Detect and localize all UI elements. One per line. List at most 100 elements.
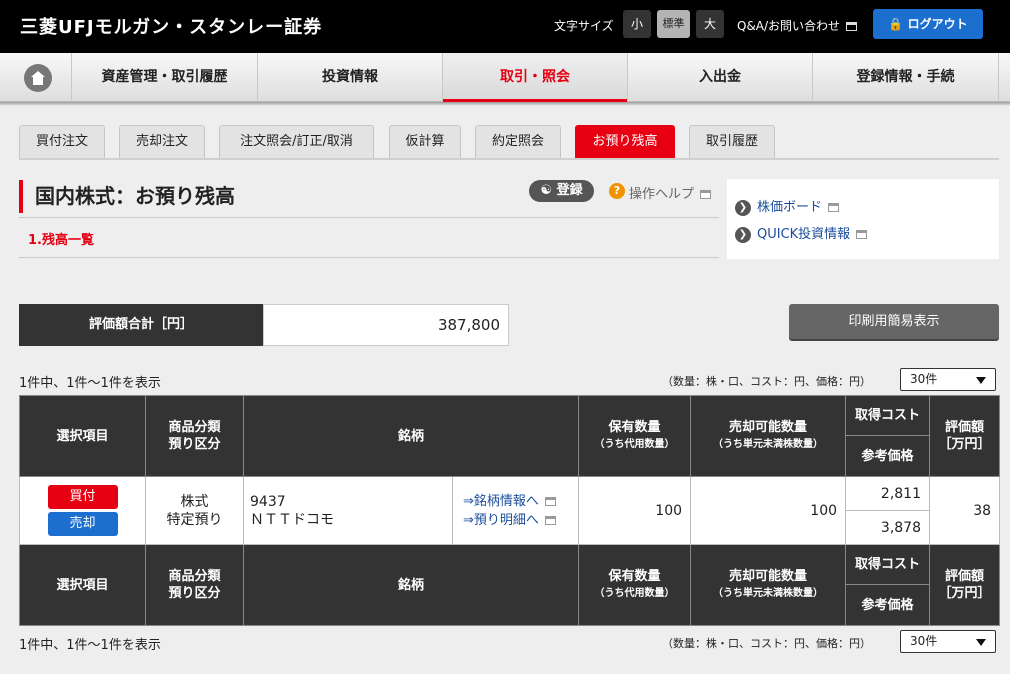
holding-detail-link[interactable]: ⇒預り明細へ — [463, 513, 556, 528]
footer-ref-price: 参考価格 — [845, 584, 931, 626]
footer-sellable-qty: 売却可能数量 （うち単元未満株数量） — [690, 544, 847, 626]
chevron-right-icon: ❯ — [735, 226, 751, 243]
section-divider — [19, 257, 719, 258]
row-category-type: 株式 — [180, 493, 209, 510]
section-title: 1.残高一覧 — [28, 233, 94, 248]
tab-holdings[interactable]: お預り残高 — [575, 125, 675, 158]
user-icon: ☯ — [540, 183, 553, 198]
header-ref-price: 参考価格 — [845, 435, 931, 477]
stock-board-link[interactable]: ❯ 株価ボード — [735, 196, 840, 216]
header-holding-qty-label: 保有数量 — [608, 420, 661, 435]
nav-registration[interactable]: 登録情報・手続 — [813, 53, 999, 102]
buy-button[interactable]: 買付 — [47, 485, 118, 509]
logout-label: ログアウト — [907, 17, 968, 31]
row-sellable-qty: 100 — [690, 476, 847, 545]
total-valuation-value: 387,800 — [263, 304, 509, 346]
header-valuation: 評価額 ［万円］ — [929, 395, 1001, 477]
row-security-code: 9437 — [250, 493, 286, 510]
chevron-down-icon — [976, 377, 986, 384]
per-page-value: 30件 — [910, 634, 938, 648]
footer-acq-cost: 取得コスト — [845, 544, 931, 585]
help-link[interactable]: 操作ヘルプ — [629, 183, 712, 202]
page-title: 国内株式：お預り残高 — [19, 180, 235, 213]
font-size-large-button[interactable]: 大 — [696, 10, 724, 38]
header-select: 選択項目 — [19, 395, 146, 477]
register-label: 登録 — [556, 183, 583, 198]
nav-home[interactable] — [0, 53, 72, 102]
security-info-label: ⇒銘柄情報へ — [463, 493, 539, 509]
header-category: 商品分類 預り区分 — [145, 395, 244, 477]
logout-button[interactable]: 🔒 ログアウト — [873, 9, 983, 39]
security-info-link[interactable]: ⇒銘柄情報へ — [463, 494, 556, 509]
tab-sell-order[interactable]: 売却注文 — [119, 125, 205, 158]
print-view-button[interactable]: 印刷用簡易表示 — [789, 304, 999, 339]
new-window-icon — [544, 515, 556, 525]
quick-info-label: QUICK投資情報 — [757, 227, 851, 242]
footer-category: 商品分類 預り区分 — [145, 544, 244, 626]
chevron-down-icon — [976, 639, 986, 646]
help-label: 操作ヘルプ — [629, 187, 695, 202]
header-sellable-qty-label: 売却可能数量 — [729, 420, 808, 435]
header: 三菱UFJモルガン・スタンレー証券 文字サイズ 小 標準 大 Q&A/お問い合わ… — [0, 0, 1010, 53]
nav-trade-inquiry[interactable]: 取引・照会 — [443, 53, 628, 102]
row-ref-price: 3,878 — [845, 510, 931, 545]
footer-holding-qty: 保有数量 （うち代用数量） — [578, 544, 692, 626]
row-valuation: 38 — [929, 476, 1001, 545]
header-valuation-line1: 評価額 — [945, 420, 985, 435]
title-divider — [19, 217, 719, 218]
help-icon: ? — [609, 183, 625, 199]
header-category-line1: 商品分類 — [168, 420, 221, 435]
tab-order-inquiry[interactable]: 注文照会/訂正/取消 — [219, 125, 374, 158]
logo[interactable]: 三菱UFJモルガン・スタンレー証券 — [20, 13, 322, 39]
table-row: 買付 売却 株式 特定預り 9437 ＮＴＴドコモ ⇒銘柄情報へ ⇒預り明細へ 10… — [19, 476, 1001, 545]
header-security: 銘柄 — [242, 395, 580, 477]
new-window-icon — [544, 496, 556, 506]
new-window-icon — [828, 203, 840, 212]
new-window-icon — [700, 190, 712, 199]
quick-info-link[interactable]: ❯ QUICK投資情報 — [735, 223, 868, 243]
sell-button[interactable]: 売却 — [47, 512, 118, 536]
nav-shadow — [0, 102, 1010, 106]
unit-note-top: （数量：株・口、コスト：円、価格：円） — [662, 375, 871, 388]
footer-valuation-line2: ［万円］ — [938, 586, 991, 601]
tab-buy-order[interactable]: 買付注文 — [19, 125, 105, 158]
per-page-select-bottom[interactable]: 30件 — [900, 630, 996, 653]
row-security: 9437 ＮＴＴドコモ — [243, 476, 453, 545]
row-category: 株式 特定預り — [145, 476, 244, 545]
tab-execution-inquiry[interactable]: 約定照会 — [475, 125, 561, 158]
tab-trade-history[interactable]: 取引履歴 — [689, 125, 775, 158]
register-button[interactable]: ☯ 登録 — [529, 180, 594, 202]
tab-simulation[interactable]: 仮計算 — [389, 125, 461, 158]
font-size-normal-button[interactable]: 標準 — [657, 10, 690, 38]
header-holding-qty-sub: （うち代用数量） — [594, 439, 675, 450]
total-valuation-label: 評価額合計［円］ — [19, 304, 263, 346]
home-icon — [24, 64, 52, 92]
result-count-top: 1件中、1件〜1件を表示 — [19, 376, 161, 391]
new-window-icon — [856, 230, 868, 239]
lock-icon: 🔒 — [888, 17, 904, 31]
tab-divider — [19, 158, 999, 160]
qa-contact-label: Q&A/お問い合わせ — [737, 19, 841, 33]
row-security-name: ＮＴＴドコモ — [250, 511, 334, 528]
footer-sellable-qty-sub: （うち単元未満株数量） — [713, 588, 824, 599]
unit-note-bottom: （数量：株・口、コスト：円、価格：円） — [662, 637, 871, 650]
nav-deposit-withdrawal[interactable]: 入出金 — [628, 53, 813, 102]
footer-holding-qty-sub: （うち代用数量） — [594, 588, 675, 599]
qa-contact-link[interactable]: Q&A/お問い合わせ — [737, 17, 858, 34]
new-window-icon — [846, 22, 858, 31]
footer-holding-qty-label: 保有数量 — [608, 569, 661, 584]
nav-investment-info[interactable]: 投資情報 — [258, 53, 443, 102]
font-size-label: 文字サイズ — [554, 19, 614, 33]
font-size-small-button[interactable]: 小 — [623, 10, 651, 38]
footer-valuation: 評価額 ［万円］ — [929, 544, 1001, 626]
header-category-line2: 預り区分 — [168, 437, 221, 452]
per-page-select-top[interactable]: 30件 — [900, 368, 996, 391]
holding-detail-label: ⇒預り明細へ — [463, 512, 539, 528]
row-holding-qty: 100 — [578, 476, 692, 545]
header-valuation-line2: ［万円］ — [938, 437, 991, 452]
header-holding-qty: 保有数量 （うち代用数量） — [578, 395, 692, 477]
footer-category-line2: 預り区分 — [168, 586, 221, 601]
chevron-right-icon: ❯ — [735, 199, 751, 216]
footer-select: 選択項目 — [19, 544, 146, 626]
nav-assets-history[interactable]: 資産管理・取引履歴 — [72, 53, 258, 102]
